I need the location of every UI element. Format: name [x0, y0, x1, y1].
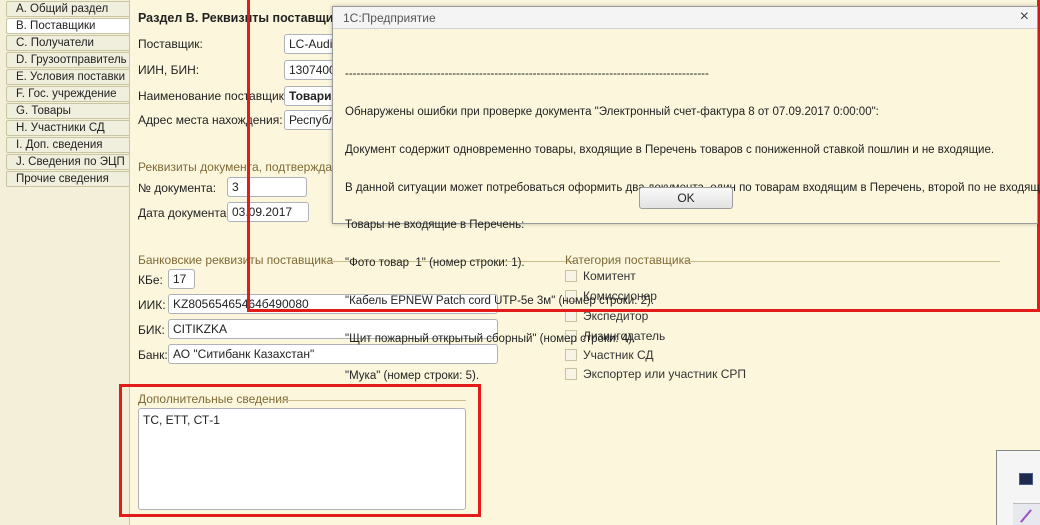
- dialog-title: 1С:Предприятие: [343, 11, 436, 25]
- tab-delivery-terms[interactable]: E. Условия поставки: [6, 69, 130, 85]
- doc-date-field[interactable]: 03.09.2017: [227, 202, 309, 222]
- additional-info-textarea[interactable]: ТС, ЕТТ, СТ-1: [138, 408, 466, 510]
- message-line: "Щит пожарный открытый сборный" (номер с…: [345, 332, 636, 345]
- supplier-label: Поставщик:: [138, 37, 203, 51]
- tab-state-institution[interactable]: F. Гос. учреждение: [6, 86, 130, 102]
- doc-number-label: № документа:: [138, 181, 217, 195]
- tab-goods[interactable]: G. Товары: [6, 103, 130, 119]
- message-separator: ----------------------------------------…: [345, 68, 709, 81]
- monitor-icon[interactable]: [1019, 473, 1033, 485]
- kbe-label: КБе:: [138, 273, 163, 287]
- iin-label: ИИН, БИН:: [138, 63, 200, 77]
- close-icon[interactable]: ×: [1020, 8, 1029, 26]
- pen-icon[interactable]: [1013, 503, 1040, 525]
- tab-digital-signature[interactable]: J. Сведения по ЭЦП: [6, 154, 130, 170]
- doc-date-label: Дата документа:: [138, 206, 230, 220]
- iik-label: ИИК:: [138, 298, 166, 312]
- doc-requisites-title: Реквизиты документа, подтверждающ: [138, 160, 351, 174]
- section-title: Раздел B. Реквизиты поставщик: [138, 11, 340, 25]
- tab-recipients[interactable]: C. Получатели: [6, 35, 130, 51]
- additional-info-title: Дополнительные сведения: [138, 392, 289, 406]
- bank-label: Банк:: [138, 348, 168, 362]
- tab-sd-participants[interactable]: H. Участники СД: [6, 120, 130, 136]
- dialog-titlebar: 1С:Предприятие ×: [333, 7, 1037, 29]
- dialog-message: ----------------------------------------…: [345, 43, 1040, 408]
- bank-requisites-title: Банковские реквизиты поставщика: [138, 253, 334, 267]
- message-line: "Мука" (номер строки: 5).: [345, 370, 480, 383]
- tab-consignor[interactable]: D. Грузоотправитель: [6, 52, 130, 68]
- message-line: "Кабель EPNEW Patch cord UTP-5e 3м" (ном…: [345, 294, 655, 307]
- message-line: Товары не входящие в Перечень:: [345, 219, 525, 232]
- kbe-field[interactable]: 17: [168, 269, 195, 289]
- ok-button[interactable]: OK: [639, 187, 733, 209]
- tab-general-section[interactable]: A. Общий раздел: [6, 1, 130, 17]
- tab-suppliers[interactable]: B. Поставщики: [6, 18, 132, 34]
- message-line: Документ содержит одновременно товары, в…: [345, 143, 995, 156]
- sidebar: A. Общий раздел B. Поставщики C. Получат…: [0, 0, 132, 525]
- tray-popup: [996, 450, 1040, 525]
- tab-other-info[interactable]: Прочие сведения: [6, 171, 130, 187]
- doc-number-field[interactable]: 3: [227, 177, 307, 197]
- address-label: Адрес места нахождения:: [138, 113, 283, 127]
- message-line: Обнаружены ошибки при проверке документа…: [345, 105, 879, 118]
- error-dialog: 1С:Предприятие × -----------------------…: [332, 6, 1040, 382]
- bik-label: БИК:: [138, 323, 165, 337]
- supplier-name-label: Наименование поставщика:: [138, 89, 295, 103]
- tab-additional-info[interactable]: I. Доп. сведения: [6, 137, 130, 153]
- message-line: "Фото товар 1" (номер строки: 1).: [345, 257, 525, 270]
